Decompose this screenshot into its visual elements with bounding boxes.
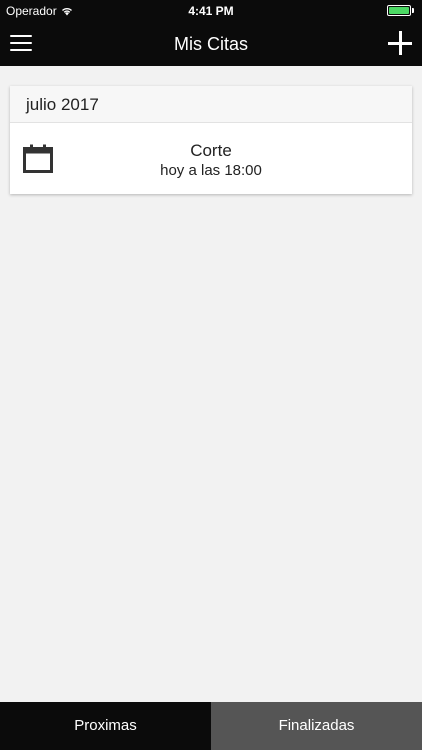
appointment-time: hoy a las 18:00 <box>160 162 262 179</box>
status-bar: Operador 4:41 PM <box>0 0 422 22</box>
plus-icon[interactable] <box>388 31 412 55</box>
appointments-card: julio 2017 Corte hoy a las 18:00 <box>10 86 412 194</box>
month-header: julio 2017 <box>10 86 412 123</box>
nav-bar: Mis Citas <box>0 22 422 66</box>
tab-finalizadas[interactable]: Finalizadas <box>211 702 422 750</box>
tab-proximas[interactable]: Proximas <box>0 702 211 750</box>
appointment-title: Corte <box>190 141 232 160</box>
status-time: 4:41 PM <box>188 4 234 18</box>
page-title: Mis Citas <box>173 34 248 54</box>
appointment-item[interactable]: Corte hoy a las 18:00 <box>10 123 412 194</box>
battery-icon <box>387 5 414 16</box>
tab-bar: Proximas Finalizadas <box>0 702 422 750</box>
